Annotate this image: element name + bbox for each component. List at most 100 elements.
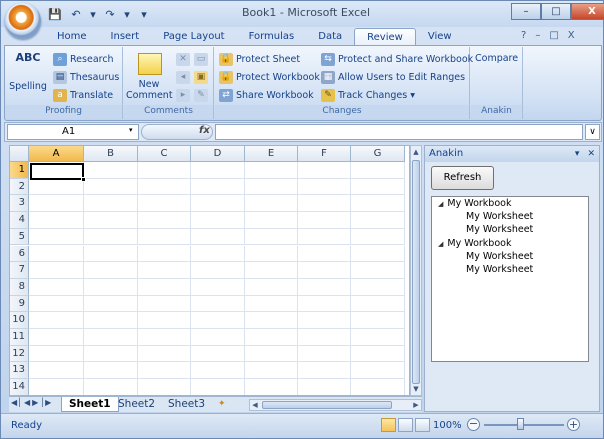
column-header-a[interactable]: A (29, 146, 84, 162)
column-header-d[interactable]: D (191, 146, 245, 162)
horizontal-scrollbar[interactable]: ◀ ▶ (249, 399, 422, 411)
grid-cell[interactable] (29, 295, 84, 313)
grid-cell[interactable] (351, 228, 405, 246)
grid-cell[interactable] (29, 212, 84, 229)
active-cell-a1[interactable] (30, 163, 84, 180)
grid-cell[interactable] (84, 278, 138, 296)
new-comment-button[interactable]: New Comment (126, 49, 173, 105)
protect-and-share-button[interactable]: ⇆ Protect and Share Workbook (321, 53, 473, 66)
grid-cell[interactable] (191, 345, 245, 363)
grid-cell[interactable] (298, 362, 351, 380)
grid-cell[interactable] (29, 262, 84, 279)
grid-cell[interactable] (245, 379, 298, 395)
grid-cell[interactable] (245, 245, 298, 263)
grid-cell[interactable] (298, 262, 351, 279)
grid-cell[interactable] (29, 379, 84, 395)
first-sheet-icon[interactable]: ◀│ (11, 398, 22, 407)
workbook-restore-button[interactable]: □ (549, 30, 558, 41)
grid-cell[interactable] (351, 178, 405, 196)
grid-cell[interactable] (138, 245, 191, 263)
grid-cell[interactable] (138, 212, 191, 229)
maximize-button[interactable]: □ (541, 3, 571, 20)
pane-menu-icon[interactable]: ▾ (575, 147, 580, 162)
grid-cell[interactable] (84, 178, 138, 196)
zoom-slider-thumb[interactable] (517, 418, 524, 430)
refresh-button[interactable]: Refresh (431, 166, 494, 190)
protect-workbook-button[interactable]: 🔒 Protect Workbook (219, 71, 320, 84)
row-header[interactable]: 14 (10, 379, 29, 395)
scroll-left-icon[interactable]: ◀ (250, 400, 260, 410)
grid-cell[interactable] (84, 262, 138, 279)
show-comment-icon[interactable]: ▭ (194, 53, 208, 66)
grid-cell[interactable] (191, 329, 245, 346)
redo-menu-icon[interactable]: ▾ (123, 7, 131, 23)
column-header-e[interactable]: E (245, 146, 298, 162)
protect-sheet-button[interactable]: 🔒 Protect Sheet (219, 53, 300, 66)
spelling-button[interactable]: ABC Spelling (9, 49, 47, 97)
grid-cell[interactable] (84, 329, 138, 346)
undo-menu-icon[interactable]: ▾ (89, 7, 97, 23)
sheet-tab-sheet2[interactable]: Sheet2 (111, 397, 162, 412)
normal-view-icon[interactable] (381, 418, 396, 432)
grid-cell[interactable] (191, 278, 245, 296)
grid-cell[interactable] (298, 245, 351, 263)
grid-cell[interactable] (245, 345, 298, 363)
scroll-up-icon[interactable]: ▲ (411, 146, 421, 158)
tab-data[interactable]: Data (306, 28, 354, 46)
grid-cell[interactable] (351, 262, 405, 279)
track-changes-button[interactable]: ✎ Track Changes ▾ (321, 89, 415, 102)
row-header[interactable]: 1 (10, 162, 29, 179)
grid-cell[interactable] (298, 228, 351, 246)
grid-cell[interactable] (138, 278, 191, 296)
research-button[interactable]: ⌕ Research (53, 53, 114, 66)
grid-cell[interactable] (191, 295, 245, 313)
grid-cell[interactable] (84, 212, 138, 229)
grid-cell[interactable] (351, 212, 405, 229)
column-header-f[interactable]: F (298, 146, 351, 162)
grid-cell[interactable] (298, 345, 351, 363)
zoom-slider-track[interactable] (484, 424, 564, 426)
grid-cell[interactable] (84, 312, 138, 329)
tree-node-worksheet[interactable]: My Worksheet (466, 251, 533, 262)
workbook-close-button[interactable]: X (568, 30, 575, 41)
zoom-level[interactable]: 100% (433, 420, 462, 431)
grid-cell[interactable] (298, 295, 351, 313)
undo-icon[interactable]: ↶ (68, 7, 84, 23)
page-layout-view-icon[interactable] (398, 418, 413, 432)
grid-cell[interactable] (245, 278, 298, 296)
grid-cell[interactable] (245, 162, 298, 179)
grid-cell[interactable] (29, 245, 84, 263)
name-box-dropdown-icon[interactable]: ▾ (129, 126, 133, 134)
grid-cell[interactable] (245, 178, 298, 196)
tree-node-worksheet[interactable]: My Worksheet (466, 224, 533, 235)
sheet-tab-sheet3[interactable]: Sheet3 (161, 397, 212, 412)
grid-cell[interactable] (245, 195, 298, 213)
grid-cell[interactable] (29, 178, 84, 196)
close-button[interactable]: X (571, 3, 604, 20)
grid-cell[interactable] (191, 195, 245, 213)
row-header[interactable]: 9 (10, 295, 29, 313)
tree-node-workbook-2[interactable]: ◢ My Workbook (438, 238, 511, 249)
grid-cell[interactable] (84, 295, 138, 313)
grid-cell[interactable] (191, 212, 245, 229)
next-sheet-icon[interactable]: ▶ (32, 398, 38, 407)
grid-cell[interactable] (351, 329, 405, 346)
grid-cell[interactable] (245, 329, 298, 346)
minimize-button[interactable]: – (511, 3, 541, 20)
row-header[interactable]: 13 (10, 362, 29, 380)
translate-button[interactable]: a Translate (53, 89, 113, 102)
grid-cell[interactable] (191, 262, 245, 279)
tree-node-worksheet[interactable]: My Worksheet (466, 211, 533, 222)
grid-cell[interactable] (298, 162, 351, 179)
horizontal-scroll-thumb[interactable] (262, 401, 392, 409)
grid-cell[interactable] (138, 262, 191, 279)
row-header[interactable]: 6 (10, 245, 29, 263)
grid-cell[interactable] (84, 362, 138, 380)
vertical-scrollbar[interactable]: ▲ ▼ (410, 145, 422, 396)
tab-home[interactable]: Home (45, 28, 99, 46)
grid-cell[interactable] (29, 362, 84, 380)
grid-cell[interactable] (191, 379, 245, 395)
expanded-icon[interactable]: ◢ (438, 240, 443, 248)
scroll-right-icon[interactable]: ▶ (411, 400, 421, 410)
tree-node-workbook-1[interactable]: ◢ My Workbook (438, 198, 511, 209)
